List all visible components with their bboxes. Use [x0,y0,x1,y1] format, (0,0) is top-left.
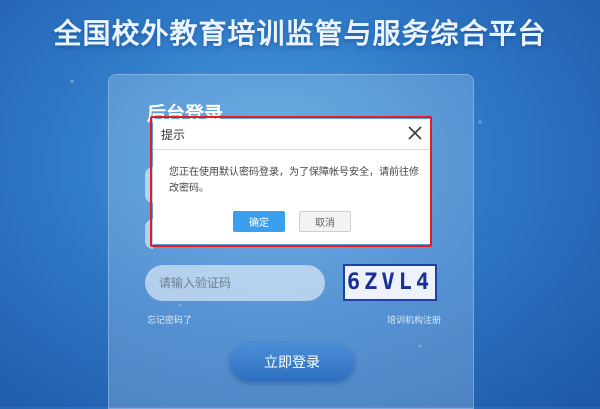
dialog-header: 提示 [153,119,430,150]
captcha-image[interactable]: 6ZVL4 [343,264,437,301]
forgot-password-link[interactable]: 忘记密码了 [147,313,192,326]
institution-register-link[interactable]: 培训机构注册 [387,313,441,326]
password-warning-dialog: 提示 您正在使用默认密码登录，为了保障帐号安全，请前往修改密码。 确定 取消 [153,119,430,244]
page-title: 全国校外教育培训监管与服务综合平台 [53,17,547,50]
close-icon[interactable] [406,124,424,142]
login-button[interactable]: 立即登录 [230,343,354,381]
captcha-code: 6ZVL4 [346,270,434,295]
captcha-input[interactable] [145,265,325,301]
cancel-button[interactable]: 取消 [299,211,351,232]
dialog-message: 您正在使用默认密码登录，为了保障帐号安全，请前往修改密码。 [169,167,419,194]
dialog-title: 提示 [161,128,186,142]
confirm-button[interactable]: 确定 [233,211,285,232]
